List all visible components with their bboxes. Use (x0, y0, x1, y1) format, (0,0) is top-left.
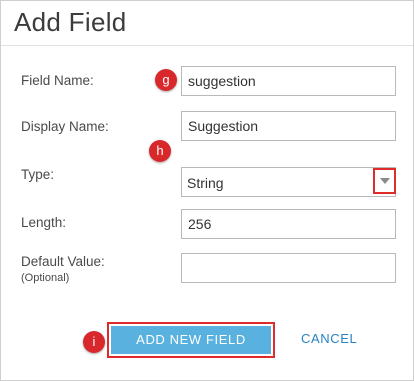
add-field-dialog: Add Field Field Name: g Display Name: h … (0, 0, 414, 381)
length-input[interactable] (181, 209, 396, 239)
step-marker-h: h (149, 140, 171, 162)
step-marker-i: i (83, 331, 105, 353)
step-marker-g: g (155, 69, 177, 91)
default-value-input[interactable] (181, 253, 396, 283)
type-dropdown-button[interactable] (373, 168, 396, 194)
display-name-label: Display Name: (21, 119, 109, 134)
type-select[interactable]: String (181, 167, 396, 197)
cancel-button[interactable]: CANCEL (301, 331, 357, 346)
field-name-input[interactable] (181, 66, 396, 96)
length-label: Length: (21, 215, 67, 230)
display-name-input[interactable] (181, 111, 396, 141)
optional-hint: (Optional) (21, 272, 70, 284)
add-button-highlight: ADD NEW FIELD (107, 322, 275, 358)
dialog-title: Add Field (14, 7, 127, 37)
type-select-value: String (187, 175, 224, 191)
field-name-label: Field Name: (21, 73, 94, 88)
default-value-label: Default Value: (21, 254, 105, 269)
add-new-field-button[interactable]: ADD NEW FIELD (111, 326, 271, 354)
chevron-down-icon (380, 178, 390, 184)
type-label: Type: (21, 167, 55, 182)
title-divider (1, 45, 413, 46)
